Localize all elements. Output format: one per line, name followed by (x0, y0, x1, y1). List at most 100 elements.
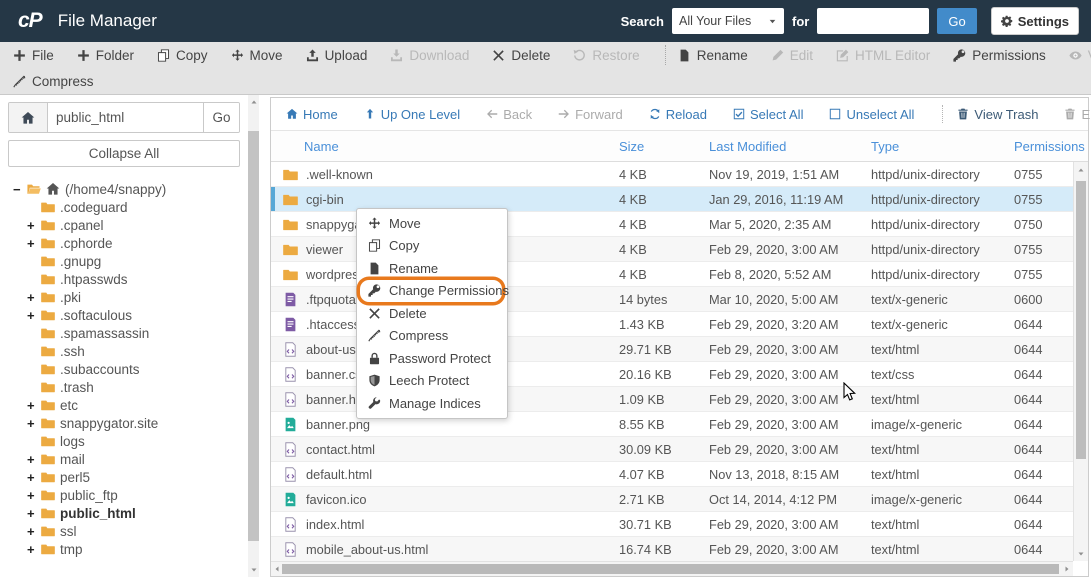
context-menu-item-move[interactable]: Move (357, 212, 507, 235)
file-row-default-html[interactable]: default.html 4.07 KB Nov 13, 2018, 8:15 … (271, 462, 1073, 487)
move-icon (231, 48, 244, 62)
tree-expander[interactable]: + (27, 506, 41, 521)
scroll-up-arrow[interactable] (248, 95, 259, 109)
collapse-all-button[interactable]: Collapse All (8, 140, 240, 167)
path-home-button[interactable] (9, 103, 48, 132)
toolbar-button-html-editor[interactable]: HTML Editor (836, 48, 930, 63)
tree-item-etc[interactable]: + etc (0, 396, 262, 414)
filebar-button-forward[interactable]: Forward (558, 107, 623, 122)
filebar-button-view-trash[interactable]: View Trash (957, 107, 1038, 122)
filebar-button-empty-trash[interactable]: Empty Trash (1064, 107, 1091, 122)
tree-item-softaculous[interactable]: + .softaculous (0, 306, 262, 324)
file-row-well-known[interactable]: .well-known 4 KB Nov 19, 2019, 1:51 AM h… (271, 162, 1073, 187)
scrollbar-thumb[interactable] (1076, 181, 1086, 459)
tree-item-public-html[interactable]: + public_html (0, 504, 262, 522)
tree-item-mail[interactable]: + mail (0, 450, 262, 468)
tree-expander[interactable]: + (27, 470, 41, 485)
context-menu-item-copy[interactable]: Copy (357, 235, 507, 258)
context-menu-item-delete[interactable]: Delete (357, 302, 507, 325)
tree-expander[interactable]: + (27, 290, 41, 305)
toolbar-button-compress[interactable]: Compress (13, 74, 94, 89)
toolbar-button-move[interactable]: Move (231, 48, 283, 63)
toolbar-button-file[interactable]: File (13, 48, 54, 63)
toolbar-button-upload[interactable]: Upload (306, 48, 367, 63)
filebar-button-back[interactable]: Back (486, 107, 532, 122)
path-input[interactable] (48, 103, 203, 132)
tree-item-home4-snappy[interactable]: − (/home4/snappy) (0, 180, 262, 198)
filebar-button-select-all[interactable]: Select All (733, 107, 803, 122)
file-row-index-html[interactable]: index.html 30.71 KB Feb 29, 2020, 3:00 A… (271, 512, 1073, 537)
toolbar-button-restore[interactable]: Restore (573, 48, 640, 63)
toolbar-button-view[interactable]: View (1069, 48, 1091, 63)
tree-item-spamassassin[interactable]: .spamassassin (0, 324, 262, 342)
search-input[interactable] (817, 8, 930, 34)
context-menu-item-leech-protect[interactable]: Leech Protect (357, 370, 507, 393)
tree-expander[interactable]: + (27, 542, 41, 557)
file-code-icon (283, 441, 298, 457)
filebar-button-home[interactable]: Home (286, 107, 338, 122)
tree-item-subaccounts[interactable]: .subaccounts (0, 360, 262, 378)
scrollbar-thumb[interactable] (282, 564, 1059, 574)
tree-expander[interactable]: + (27, 524, 41, 539)
context-menu-item-change-permissions[interactable]: Change Permissions (360, 279, 509, 302)
tree-item-cpanel[interactable]: + .cpanel (0, 216, 262, 234)
column-header-size[interactable]: Size (619, 139, 709, 154)
toolbar-button-permissions[interactable]: Permissions (953, 48, 1046, 63)
sidebar-scrollbar[interactable] (248, 95, 259, 577)
toolbar-button-edit[interactable]: Edit (771, 48, 813, 63)
filebar-button-up-one-level[interactable]: Up One Level (364, 107, 460, 122)
tree-item-public-ftp[interactable]: + public_ftp (0, 486, 262, 504)
horizontal-scrollbar[interactable] (271, 561, 1073, 576)
tree-item-tmp[interactable]: + tmp (0, 540, 262, 558)
tree-item-ssl[interactable]: + ssl (0, 522, 262, 540)
context-menu-item-manage-indices[interactable]: Manage Indices (357, 392, 507, 415)
scroll-up-arrow[interactable] (1074, 162, 1088, 177)
tree-item-trash[interactable]: .trash (0, 378, 262, 396)
tree-item-gnupg[interactable]: .gnupg (0, 252, 262, 270)
search-scope-select[interactable]: All Your Files (672, 8, 785, 34)
tree-item-perl5[interactable]: + perl5 (0, 468, 262, 486)
toolbar-button-folder[interactable]: Folder (77, 48, 134, 63)
tree-expander[interactable]: + (27, 218, 41, 233)
tree-item-htpasswds[interactable]: .htpasswds (0, 270, 262, 288)
tree-item-logs[interactable]: logs (0, 432, 262, 450)
path-go-button[interactable]: Go (203, 103, 239, 132)
scrollbar-thumb[interactable] (248, 131, 259, 541)
column-header-permissions[interactable]: Permissions (1014, 139, 1088, 154)
tree-expander[interactable]: + (27, 452, 41, 467)
tree-item-cphorde[interactable]: + .cphorde (0, 234, 262, 252)
tree-expander[interactable]: + (27, 416, 41, 431)
file-name: index.html (306, 516, 365, 532)
toolbar-button-download[interactable]: Download (390, 48, 469, 63)
tree-expander[interactable]: − (13, 182, 27, 197)
search-go-button[interactable]: Go (937, 8, 977, 34)
toolbar-button-rename[interactable]: Rename (678, 48, 748, 63)
file-row-contact-html[interactable]: contact.html 30.09 KB Feb 29, 2020, 3:00… (271, 437, 1073, 462)
tree-item-snappygator-site[interactable]: + snappygator.site (0, 414, 262, 432)
tree-expander[interactable]: + (27, 488, 41, 503)
file-row-favicon-ico[interactable]: favicon.ico 2.71 KB Oct 14, 2014, 4:12 P… (271, 487, 1073, 512)
tree-item-codeguard[interactable]: .codeguard (0, 198, 262, 216)
tree-item-ssh[interactable]: .ssh (0, 342, 262, 360)
scroll-down-arrow[interactable] (1074, 546, 1088, 561)
toolbar-button-delete[interactable]: Delete (492, 48, 550, 63)
toolbar-button-copy[interactable]: Copy (157, 48, 208, 63)
settings-button[interactable]: Settings (990, 7, 1079, 35)
column-header-type[interactable]: Type (871, 139, 1014, 154)
context-menu-item-compress[interactable]: Compress (357, 325, 507, 348)
context-menu-item-password-protect[interactable]: Password Protect (357, 347, 507, 370)
scroll-right-arrow[interactable] (1061, 562, 1073, 576)
divider (942, 105, 944, 123)
vertical-scrollbar[interactable] (1073, 162, 1088, 561)
column-header-name[interactable]: Name (283, 139, 619, 154)
tree-expander[interactable]: + (27, 236, 41, 251)
file-row-mobile-about-us-html[interactable]: mobile_about-us.html 16.74 KB Feb 29, 20… (271, 537, 1073, 561)
filebar-button-reload[interactable]: Reload (649, 107, 707, 122)
context-menu-item-rename[interactable]: Rename (357, 257, 507, 280)
column-header-last-modified[interactable]: Last Modified (709, 139, 871, 154)
tree-expander[interactable]: + (27, 308, 41, 323)
scroll-down-arrow[interactable] (248, 563, 259, 577)
filebar-button-unselect-all[interactable]: Unselect All (829, 107, 914, 122)
tree-expander[interactable]: + (27, 398, 41, 413)
tree-item-pki[interactable]: + .pki (0, 288, 262, 306)
